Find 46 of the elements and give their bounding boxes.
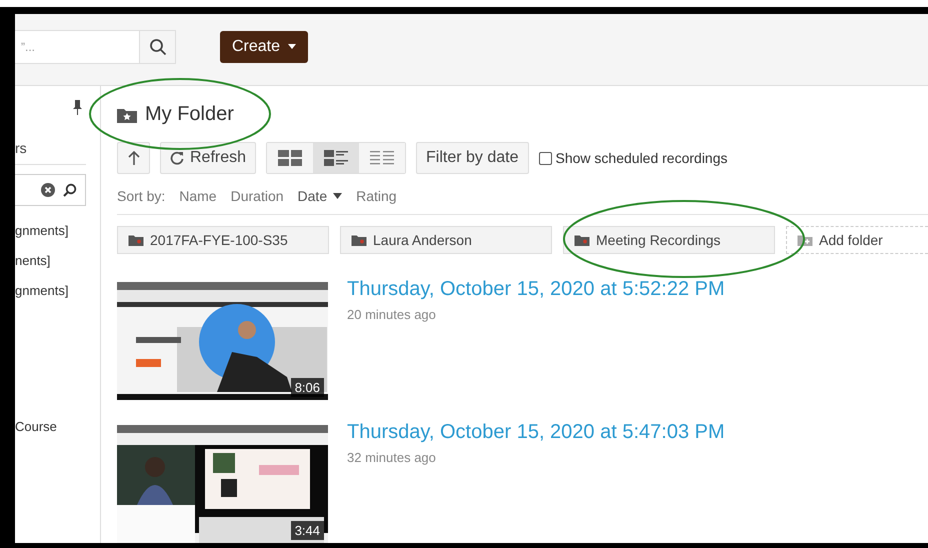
clear-icon[interactable] (41, 183, 55, 197)
folder-star-icon (117, 106, 137, 122)
checkbox-label: Show scheduled recordings (556, 150, 728, 166)
filter-button[interactable]: Filter by date (416, 142, 529, 174)
create-button[interactable]: Create (220, 30, 308, 62)
refresh-icon (170, 151, 184, 165)
view-toggle[interactable] (313, 143, 360, 173)
folder-chip[interactable]: Meeting Recordings (563, 226, 775, 254)
add-folder-button[interactable]: Add folder (786, 226, 928, 254)
sidebar-item[interactable]: gnments] (15, 216, 100, 246)
duration-badge: 3:44 (290, 521, 324, 540)
list-view-icon (370, 151, 394, 165)
folder-chip[interactable]: 2017FA-FYE-100-S35 (117, 226, 329, 254)
sidebar-search-field[interactable] (15, 174, 86, 206)
folder-icon (351, 234, 367, 246)
sort-option[interactable]: Duration (230, 188, 284, 204)
checkbox[interactable] (538, 152, 552, 164)
refresh-button[interactable]: Refresh (160, 142, 256, 174)
recording-age: 32 minutes ago (347, 450, 437, 465)
search-icon[interactable] (63, 183, 77, 197)
sidebar-item[interactable]: nents] (15, 246, 100, 276)
search-field[interactable]: ”... (15, 30, 139, 64)
folder-icon (574, 234, 590, 246)
folder-title: My Folder (145, 103, 234, 126)
recording-age: 20 minutes ago (347, 307, 437, 322)
up-arrow-icon (128, 151, 140, 165)
pin-icon[interactable] (73, 100, 82, 115)
view-toggle[interactable] (267, 143, 314, 173)
detail-view-icon (324, 150, 348, 166)
search-icon (148, 38, 166, 56)
sort-option[interactable]: Rating (356, 188, 397, 204)
sidebar-item[interactable]: Course (15, 412, 100, 442)
folder-chip[interactable]: Laura Anderson (340, 226, 552, 254)
sort-caret-icon (333, 192, 342, 198)
folder-icon (128, 234, 144, 246)
duration-badge: 8:06 (290, 378, 324, 397)
view-toggle[interactable] (359, 143, 406, 173)
sort-option[interactable]: Name (179, 188, 217, 204)
sidebar-heading: rs (15, 122, 86, 165)
grid-view-icon (278, 150, 302, 166)
sidebar-item[interactable]: gnments] (15, 276, 100, 306)
caret-icon (288, 44, 296, 49)
up-button[interactable] (117, 142, 150, 174)
search-button[interactable] (139, 30, 176, 64)
sort-label: Sort by: (117, 188, 166, 204)
sort-option[interactable]: Date (298, 188, 342, 204)
